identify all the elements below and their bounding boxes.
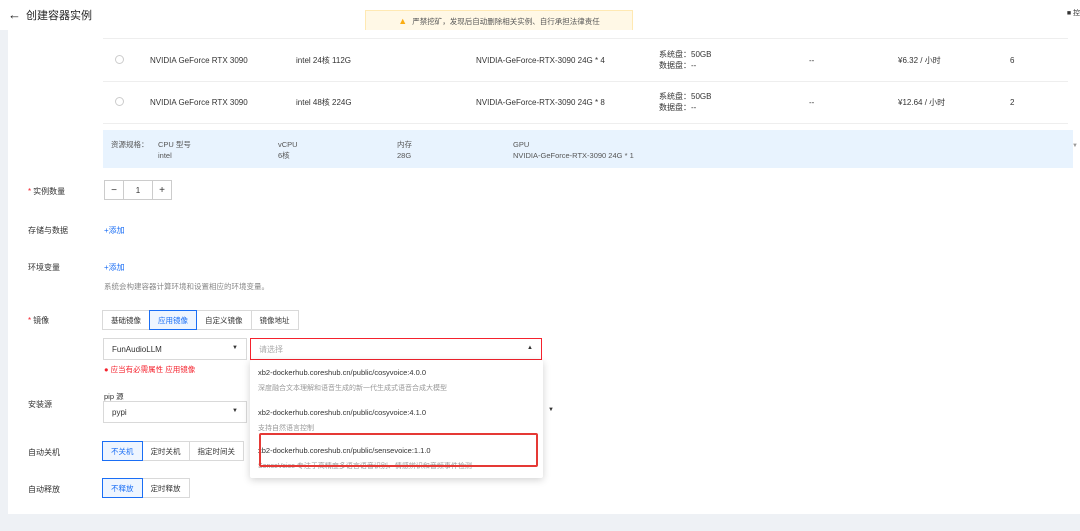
top-bar: ← 创建容器实例 ▲ 严禁挖矿，发现后自动删除相关实例、自行承担法律责任 ■ 控 xyxy=(0,0,1080,32)
warning-banner: ▲ 严禁挖矿，发现后自动删除相关实例、自行承担法律责任 xyxy=(365,10,633,32)
dropdown-option[interactable]: xb2-dockerhub.coreshub.cn/public/cosyvoi… xyxy=(250,360,543,398)
spec-cpu-label: CPU 型号 xyxy=(158,140,191,149)
auto-shutdown-label: 自动关机 xyxy=(28,448,60,457)
warning-icon: ▲ xyxy=(398,16,408,26)
image-type-tabs: 基础镜像 应用镜像 自定义镜像 镜像地址 xyxy=(102,310,299,330)
option-name: xb2-dockerhub.coreshub.cn/public/cosyvoi… xyxy=(258,368,427,377)
quantity-stepper: − 1 + xyxy=(104,180,172,200)
decrement-button[interactable]: − xyxy=(104,180,124,200)
tab-custom-image[interactable]: 自定义镜像 xyxy=(196,310,252,330)
sys-disk: 系统盘：50GB xyxy=(659,92,712,101)
gpu-spec: NVIDIA-GeForce-RTX-3090 24G * 4 xyxy=(476,55,605,65)
validation-error: ● 应当有必需属性 应用镜像 xyxy=(104,364,195,375)
radio-button[interactable] xyxy=(115,97,124,106)
stock-count: 6 xyxy=(1010,55,1015,65)
spec-mem-value: 28G xyxy=(397,151,412,160)
spec-gpu-value: NVIDIA-GeForce-RTX-3090 24G * 1 xyxy=(513,151,634,160)
quantity-value[interactable]: 1 xyxy=(124,180,152,200)
gpu-spec: NVIDIA-GeForce-RTX-3090 24G * 8 xyxy=(476,97,605,107)
price: ¥12.64 / 小时 xyxy=(898,97,946,107)
form-card: NVIDIA GeForce RTX 3090 intel 24核 112G N… xyxy=(8,30,1080,514)
required-mark: * xyxy=(28,187,32,196)
back-arrow-icon: ← xyxy=(8,7,21,22)
increment-button[interactable]: + xyxy=(152,180,172,200)
spec-cpu: CPU 型号 intel xyxy=(158,139,191,161)
tab-image-address[interactable]: 镜像地址 xyxy=(250,310,299,330)
option-no-shutdown[interactable]: 不关机 xyxy=(102,441,143,461)
spec-mem: 内存 28G xyxy=(397,139,412,161)
back-button[interactable]: ← 创建容器实例 xyxy=(8,7,92,23)
highlight-annotation-box xyxy=(259,433,538,467)
add-storage-link[interactable]: +添加 xyxy=(104,225,125,236)
spec-vcpu: vCPU 6核 xyxy=(278,139,298,161)
spec-mem-label: 内存 xyxy=(397,140,412,149)
page-title: 创建容器实例 xyxy=(26,10,92,22)
other-col: -- xyxy=(809,97,815,107)
spec-vcpu-value: 6核 xyxy=(278,151,290,160)
instances-label: * 实例数量 xyxy=(28,187,66,196)
env-hint: 系统会构建容器计算环境和设置相应的环境变量。 xyxy=(104,282,269,291)
option-timed-release[interactable]: 定时释放 xyxy=(141,478,190,498)
other-col: -- xyxy=(809,55,815,65)
install-source-label: 安装源 xyxy=(28,400,52,409)
resource-spec-box: 资源规格： CPU 型号 intel vCPU 6核 内存 28G GPU NV… xyxy=(103,130,1073,168)
auto-release-label: 自动释放 xyxy=(28,485,60,494)
gpu-row[interactable]: NVIDIA GeForce RTX 3090 intel 24核 112G N… xyxy=(103,38,1068,82)
disk-info: 系统盘：50GB 数据盘：-- xyxy=(659,39,711,81)
spec-gpu: GPU NVIDIA-GeForce-RTX-3090 24G * 1 xyxy=(513,139,634,161)
warning-text: 严禁挖矿，发现后自动删除相关实例、自行承担法律责任 xyxy=(412,16,600,26)
gpu-name: NVIDIA GeForce RTX 3090 xyxy=(150,97,248,107)
caret-down-icon: ▼ xyxy=(548,407,554,413)
stock-count: 2 xyxy=(1010,97,1015,107)
cpu-spec: intel 24核 112G xyxy=(296,55,351,65)
top-right-console[interactable]: ■ 控 xyxy=(1067,8,1080,18)
shutdown-options: 不关机 定时关机 指定时间关 xyxy=(102,441,244,461)
image-label: * 镜像 xyxy=(28,316,50,325)
app-image-placeholder: 请选择 xyxy=(259,344,283,354)
data-disk: 数据盘：-- xyxy=(659,103,697,112)
caret-down-icon: ▼ xyxy=(232,408,238,414)
gpu-row[interactable]: NVIDIA GeForce RTX 3090 intel 48核 224G N… xyxy=(103,81,1068,124)
spec-label: 资源规格： xyxy=(111,140,149,149)
env-label: 环境变量 xyxy=(28,263,60,272)
app-image-select[interactable]: 请选择 ▲ xyxy=(250,338,542,360)
image-category-select[interactable]: FunAudioLLM ▼ xyxy=(103,338,247,360)
error-icon: ● xyxy=(104,365,109,374)
data-disk: 数据盘：-- xyxy=(659,61,697,70)
spec-gpu-label: GPU xyxy=(513,140,530,149)
spec-cpu-value: intel xyxy=(158,151,172,160)
option-no-release[interactable]: 不释放 xyxy=(102,478,143,498)
tab-base-image[interactable]: 基础镜像 xyxy=(102,310,150,330)
pip-source-select[interactable]: pypi ▼ xyxy=(103,401,247,423)
caret-down-icon: ▼ xyxy=(232,345,238,351)
required-mark: * xyxy=(28,316,32,325)
cpu-spec: intel 48核 224G xyxy=(296,97,352,107)
radio-button[interactable] xyxy=(115,55,124,64)
pip-source-value: pypi xyxy=(112,407,127,417)
sys-disk: 系统盘：50GB xyxy=(659,50,712,59)
option-timed-shutdown[interactable]: 定时关机 xyxy=(141,441,190,461)
gpu-name: NVIDIA GeForce RTX 3090 xyxy=(150,55,248,65)
image-category-value: FunAudioLLM xyxy=(112,344,162,354)
error-text: 应当有必需属性 应用镜像 xyxy=(110,365,196,374)
storage-label: 存储与数据 xyxy=(28,226,68,235)
add-env-link[interactable]: +添加 xyxy=(104,262,125,273)
caret-up-icon: ▲ xyxy=(527,345,533,351)
price: ¥6.32 / 小时 xyxy=(898,55,941,65)
disk-info: 系统盘：50GB 数据盘：-- xyxy=(659,81,711,123)
option-specified-time[interactable]: 指定时间关 xyxy=(188,441,244,461)
option-desc: 支持自然语言控制 xyxy=(258,425,314,432)
tab-app-image[interactable]: 应用镜像 xyxy=(149,310,197,330)
bottom-strip xyxy=(0,514,1080,531)
spec-vcpu-label: vCPU xyxy=(278,140,298,149)
release-options: 不释放 定时释放 xyxy=(102,478,190,498)
option-name: xb2-dockerhub.coreshub.cn/public/cosyvoi… xyxy=(258,408,427,417)
option-desc: 深度融合文本理解和语音生成的新一代生成式语音合成大模型 xyxy=(258,385,447,392)
